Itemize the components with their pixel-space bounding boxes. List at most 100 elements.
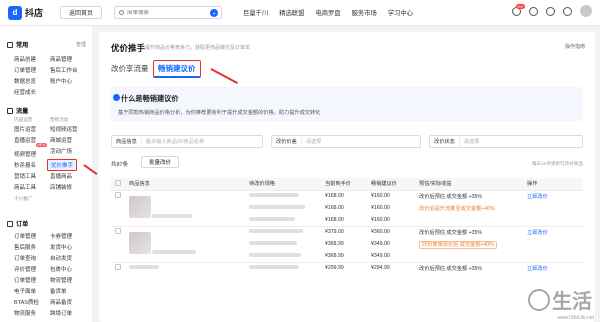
product-thumbnail[interactable] bbox=[129, 232, 151, 254]
row-checkbox[interactable] bbox=[115, 264, 121, 271]
info-title: 什么是畅销建议价 bbox=[121, 94, 179, 103]
app-logo[interactable]: d 抖店 bbox=[8, 5, 52, 20]
sidebar-item[interactable]: 图片运营 bbox=[14, 125, 36, 133]
select-all-checkbox[interactable] bbox=[115, 179, 121, 186]
product-name-blurred bbox=[152, 250, 197, 254]
home-button[interactable]: 返回首页 bbox=[60, 6, 103, 19]
sidebar-item[interactable]: 评价管理 bbox=[14, 265, 36, 273]
top-nav: 巨量千川 精选联盟 电商罗盘 服务市场 学习中心 bbox=[243, 8, 413, 17]
sidebar-item[interactable]: 订单查询 bbox=[14, 254, 36, 262]
page-title: 优价推手 bbox=[111, 43, 146, 53]
suggested-price: ¥294.99 bbox=[367, 261, 415, 274]
ai-icon[interactable]: ✦ bbox=[210, 9, 219, 17]
estimate-text: 改价后预估 成交金额 +35% bbox=[415, 261, 523, 274]
product-info-filter[interactable]: 商品信息 最多输入商品ID/商品名称 bbox=[111, 135, 263, 148]
bell-icon[interactable]: 99+ bbox=[512, 3, 525, 16]
sidebar-item[interactable]: 商城运营 bbox=[50, 136, 72, 144]
col-spec: 待改价规格 bbox=[245, 178, 321, 190]
manage-link[interactable]: 管理 bbox=[76, 41, 86, 48]
headset-icon[interactable] bbox=[529, 6, 538, 16]
page-description: 提升商品价格竞争力，获取更商品曝光及订单单 bbox=[145, 45, 251, 51]
message-icon[interactable] bbox=[546, 6, 555, 16]
tab-price-traffic[interactable]: 改价享流量 bbox=[111, 63, 149, 74]
sidebar-item[interactable]: 活动广场 bbox=[50, 147, 72, 155]
change-price-link[interactable]: 立即改价 bbox=[523, 261, 583, 274]
sidebar-item[interactable]: 商品管理 bbox=[50, 55, 72, 63]
filter-label: 改价状态 bbox=[430, 136, 460, 147]
sidebar-item[interactable]: 数据总览 bbox=[14, 77, 36, 85]
price-gap-filter[interactable]: 改价价差 请选择 bbox=[271, 135, 421, 148]
spec-blurred bbox=[249, 241, 297, 245]
filter-label: 商品信息 bbox=[112, 136, 142, 147]
sidebar-item[interactable]: 视频管理 bbox=[14, 150, 36, 158]
help-link[interactable]: 操作指南 bbox=[565, 43, 585, 50]
sub-heading-content: 内容运营 bbox=[14, 117, 33, 122]
current-price: ¥299.99 bbox=[321, 261, 367, 274]
sidebar-item[interactable]: 备货单 bbox=[50, 287, 67, 295]
row-checkbox[interactable] bbox=[115, 228, 121, 235]
sidebar-item[interactable]: 经营成长 bbox=[14, 88, 36, 96]
change-price-link[interactable]: 立即改价 bbox=[523, 189, 583, 202]
sidebar: 常用 管理 商品创建 商品管理 订单管理 售后工作台 数据总览 账户中心 经营成… bbox=[0, 26, 92, 322]
group-common[interactable]: 常用 bbox=[7, 40, 28, 49]
sidebar-item[interactable]: 营销工具 bbox=[14, 172, 36, 180]
sidebar-item[interactable]: 秒杀报名 bbox=[14, 161, 36, 169]
nav-alliance[interactable]: 精选联盟 bbox=[279, 8, 304, 17]
group-traffic[interactable]: 流量 bbox=[7, 106, 28, 115]
search-icon bbox=[119, 10, 125, 15]
group-common-label: 常用 bbox=[16, 42, 29, 49]
sidebar-item[interactable]: 物流服务 bbox=[14, 309, 36, 317]
sidebar-item[interactable]: 商品创建 bbox=[14, 55, 36, 63]
row-checkbox[interactable] bbox=[115, 192, 121, 199]
sidebar-item[interactable]: 直播商品 bbox=[50, 172, 72, 180]
change-price-link[interactable]: 立即改价 bbox=[523, 225, 583, 238]
total-count: 共87条 bbox=[111, 162, 129, 168]
nav-learning[interactable]: 学习中心 bbox=[388, 8, 413, 17]
product-name-blurred bbox=[129, 265, 159, 270]
col-current-price: 当前到手价 bbox=[321, 178, 367, 190]
search-box[interactable]: ✦ bbox=[114, 6, 223, 19]
sidebar-item[interactable]: 电子面单 bbox=[14, 287, 36, 295]
sidebar-item[interactable]: 自动发货 bbox=[50, 254, 72, 262]
spec-blurred bbox=[249, 265, 299, 270]
sidebar-item[interactable]: 包裹中心 bbox=[50, 265, 72, 273]
sidebar-item[interactable]: BTAS质检 bbox=[14, 298, 39, 306]
product-thumbnail[interactable] bbox=[129, 196, 151, 218]
sidebar-item[interactable]: 订单管理 bbox=[14, 276, 36, 284]
sidebar-item[interactable]: 直播运营 bbox=[14, 136, 36, 144]
sidebar-item[interactable]: 订单管理 bbox=[14, 66, 36, 74]
nav-qianchuan[interactable]: 巨量千川 bbox=[243, 8, 268, 17]
sidebar-item[interactable]: 卡券管理 bbox=[50, 232, 72, 240]
spec-blurred bbox=[249, 252, 301, 257]
spec-blurred bbox=[249, 216, 295, 221]
sidebar-item[interactable]: 发货中心 bbox=[50, 243, 72, 251]
group-order[interactable]: 订单 bbox=[7, 219, 28, 228]
settings-icon[interactable] bbox=[563, 6, 572, 16]
sidebar-item[interactable]: 售后服务 bbox=[14, 243, 36, 251]
current-price: ¥368.99 bbox=[325, 241, 344, 247]
col-action: 操作 bbox=[523, 178, 583, 190]
current-price: ¥168.00 bbox=[325, 216, 344, 223]
sidebar-item[interactable]: 售后工作台 bbox=[50, 66, 78, 74]
sidebar-item[interactable]: 短视频运营 bbox=[50, 125, 78, 133]
sidebar-item[interactable]: 商品工具 bbox=[14, 183, 36, 191]
watermark: 生活 bbox=[528, 285, 592, 314]
sidebar-item[interactable]: 商品备货 bbox=[50, 298, 72, 306]
tab-suggested-price[interactable]: 畅销建议价 bbox=[153, 60, 201, 78]
sidebar-item[interactable]: 店铺装修 bbox=[50, 183, 72, 191]
sidebar-item[interactable]: 跨境订单 bbox=[50, 309, 72, 317]
batch-price-button[interactable]: 批量改价 bbox=[141, 156, 180, 168]
sidebar-item[interactable]: 账户中心 bbox=[50, 77, 72, 85]
current-price: ¥368.99 bbox=[325, 252, 344, 259]
nav-compass[interactable]: 电商罗盘 bbox=[315, 8, 340, 17]
search-input[interactable] bbox=[127, 9, 198, 16]
sidebar-item[interactable]: 物流管理 bbox=[50, 276, 72, 284]
traffic-icon bbox=[7, 107, 13, 114]
current-price: ¥168.00 bbox=[321, 189, 367, 202]
avatar[interactable] bbox=[580, 5, 592, 17]
price-status-filter[interactable]: 改价状态 请选择 bbox=[429, 135, 583, 148]
nav-market[interactable]: 服务市场 bbox=[352, 8, 377, 17]
sidebar-item-youjia-tuishou[interactable]: 优价推手 bbox=[47, 159, 78, 171]
product-name-blurred bbox=[152, 214, 193, 218]
sidebar-item[interactable]: 订单管理 bbox=[14, 232, 36, 240]
